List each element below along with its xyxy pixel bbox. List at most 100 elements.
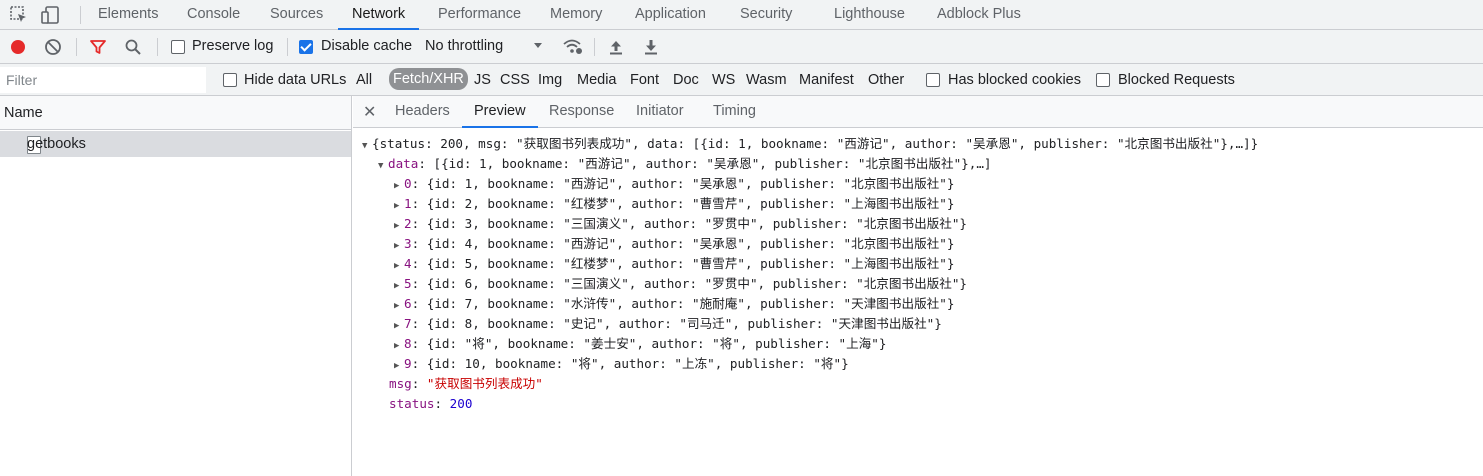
filter-type-other[interactable]: Other [868, 72, 904, 88]
json-item-text: {id: 2, bookname: "红楼梦", author: "曹雪芹", … [426, 196, 955, 211]
filter-type-doc[interactable]: Doc [673, 72, 699, 88]
collapsed-arrow-icon[interactable]: ▶ [394, 236, 404, 256]
tab-initiator[interactable]: Initiator [636, 103, 684, 119]
throttling-select[interactable]: No throttling [425, 38, 503, 54]
dropdown-arrow-icon[interactable] [531, 39, 549, 57]
tab-headers[interactable]: Headers [395, 103, 450, 119]
disable-cache-label[interactable]: Disable cache [321, 38, 412, 54]
json-array-item[interactable]: ▶ 8: {id: "将", bookname: "姜士安", author: "… [394, 334, 886, 354]
json-item-text: {id: 1, bookname: "西游记", author: "吴承恩", … [426, 176, 955, 191]
filter-type-css[interactable]: CSS [500, 72, 530, 88]
detail-tab-bar: ✕ Headers Preview Response Initiator Tim… [353, 96, 1483, 128]
disable-cache-checkbox[interactable] [299, 40, 313, 54]
name-column-header[interactable]: Name [0, 96, 351, 130]
has-blocked-cookies-checkbox[interactable] [926, 73, 940, 87]
json-colon: : [411, 376, 427, 391]
json-colon: : [411, 356, 427, 371]
collapsed-arrow-icon[interactable]: ▶ [394, 296, 404, 316]
filter-type-all[interactable]: All [356, 72, 372, 88]
request-row[interactable]: getbooks [0, 131, 351, 157]
tab-network[interactable]: Network [338, 0, 420, 30]
json-item-text: {id: "将", bookname: "姜士安", author: "将", … [426, 336, 887, 351]
network-conditions-icon[interactable] [562, 38, 582, 56]
filter-type-wasm[interactable]: Wasm [746, 72, 787, 88]
filter-input[interactable] [0, 67, 206, 93]
json-array-item[interactable]: ▶ 3: {id: 4, bookname: "西游记", author: "吴承… [394, 234, 954, 254]
tab-response[interactable]: Response [549, 103, 614, 119]
inspect-element-icon[interactable] [8, 4, 30, 26]
collapsed-arrow-icon[interactable]: ▶ [394, 356, 404, 376]
filter-type-fetch-xhr[interactable]: Fetch/XHR [389, 68, 468, 90]
json-index: 7 [404, 316, 412, 331]
export-har-icon[interactable] [642, 38, 660, 56]
request-list-panel: Name getbooks [0, 96, 352, 476]
blocked-requests-checkbox[interactable] [1096, 73, 1110, 87]
has-blocked-cookies-label[interactable]: Has blocked cookies [948, 72, 1081, 88]
clear-icon[interactable] [44, 38, 62, 56]
json-index: 6 [404, 296, 412, 311]
json-data-line[interactable]: ▼ data: [{id: 1, bookname: "西游记", author:… [378, 154, 992, 174]
hide-data-urls-checkbox[interactable] [223, 73, 237, 87]
json-root-line[interactable]: ▼ {status: 200, msg: "获取图书列表成功", data: [{… [362, 134, 1258, 154]
collapsed-arrow-icon[interactable]: ▶ [394, 176, 404, 196]
json-colon: : [411, 216, 427, 231]
tab-memory[interactable]: Memory [550, 0, 602, 30]
blocked-requests-label[interactable]: Blocked Requests [1118, 72, 1235, 88]
filter-type-media[interactable]: Media [577, 72, 617, 88]
record-icon[interactable] [9, 38, 27, 56]
filter-type-font[interactable]: Font [630, 72, 659, 88]
collapsed-arrow-icon[interactable]: ▶ [394, 336, 404, 356]
tab-lighthouse[interactable]: Lighthouse [834, 0, 905, 30]
json-colon: : [411, 276, 427, 291]
collapsed-arrow-icon[interactable]: ▶ [394, 196, 404, 216]
tab-application[interactable]: Application [635, 0, 706, 30]
tab-adblock-plus[interactable]: Adblock Plus [937, 0, 1021, 30]
toolbar-separator [594, 38, 595, 56]
close-icon[interactable]: ✕ [363, 102, 376, 122]
collapsed-arrow-icon[interactable]: ▶ [394, 256, 404, 276]
preserve-log-checkbox[interactable] [171, 40, 185, 54]
collapsed-arrow-icon[interactable]: ▶ [394, 316, 404, 336]
json-array-item[interactable]: ▶ 2: {id: 3, bookname: "三国演义", author: "罗… [394, 214, 967, 234]
json-colon: : [411, 196, 427, 211]
tab-elements[interactable]: Elements [98, 0, 158, 30]
collapsed-arrow-icon[interactable]: ▶ [394, 276, 404, 296]
import-har-icon[interactable] [607, 38, 625, 56]
hide-data-urls-label[interactable]: Hide data URLs [244, 72, 346, 88]
json-index: 1 [404, 196, 412, 211]
network-toolbar: Preserve log Disable cache No throttling [0, 30, 1483, 64]
expanded-arrow-icon[interactable]: ▼ [362, 136, 372, 156]
tab-console[interactable]: Console [187, 0, 240, 30]
json-array-item[interactable]: ▶ 6: {id: 7, bookname: "水浒传", author: "施耐… [394, 294, 954, 314]
tab-security[interactable]: Security [740, 0, 792, 30]
json-colon: : [418, 156, 434, 171]
preserve-log-label[interactable]: Preserve log [192, 38, 273, 54]
json-array-item[interactable]: ▶ 1: {id: 2, bookname: "红楼梦", author: "曹雪… [394, 194, 954, 214]
json-key: msg [389, 376, 412, 391]
json-array-item[interactable]: ▶ 7: {id: 8, bookname: "史记", author: "司马迁… [394, 314, 942, 334]
filter-icon[interactable] [89, 38, 107, 56]
tab-sources[interactable]: Sources [270, 0, 323, 30]
filter-type-img[interactable]: Img [538, 72, 562, 88]
tab-performance[interactable]: Performance [438, 0, 521, 30]
json-array-item[interactable]: ▶ 4: {id: 5, bookname: "红楼梦", author: "曹雪… [394, 254, 954, 274]
tab-timing[interactable]: Timing [713, 103, 756, 119]
device-toolbar-icon[interactable] [40, 4, 62, 26]
filter-type-ws[interactable]: WS [712, 72, 735, 88]
filter-type-js[interactable]: JS [474, 72, 491, 88]
collapsed-arrow-icon[interactable]: ▶ [394, 216, 404, 236]
search-icon[interactable] [124, 38, 142, 56]
json-msg-line: msg: "获取图书列表成功" [389, 374, 543, 394]
tab-preview[interactable]: Preview [474, 103, 526, 119]
json-item-text: {id: 10, bookname: "将", author: "上冻", pu… [426, 356, 849, 371]
expanded-arrow-icon[interactable]: ▼ [378, 156, 388, 176]
json-array-item[interactable]: ▶ 5: {id: 6, bookname: "三国演义", author: "罗… [394, 274, 967, 294]
filter-type-manifest[interactable]: Manifest [799, 72, 854, 88]
json-item-text: {id: 5, bookname: "红楼梦", author: "曹雪芹", … [426, 256, 955, 271]
json-colon: : [411, 296, 427, 311]
json-key: data [388, 156, 419, 171]
json-array-item[interactable]: ▶ 0: {id: 1, bookname: "西游记", author: "吴承… [394, 174, 954, 194]
json-array-item[interactable]: ▶ 9: {id: 10, bookname: "将", author: "上冻"… [394, 354, 849, 374]
json-index: 0 [404, 176, 412, 191]
json-colon: : [411, 176, 427, 191]
